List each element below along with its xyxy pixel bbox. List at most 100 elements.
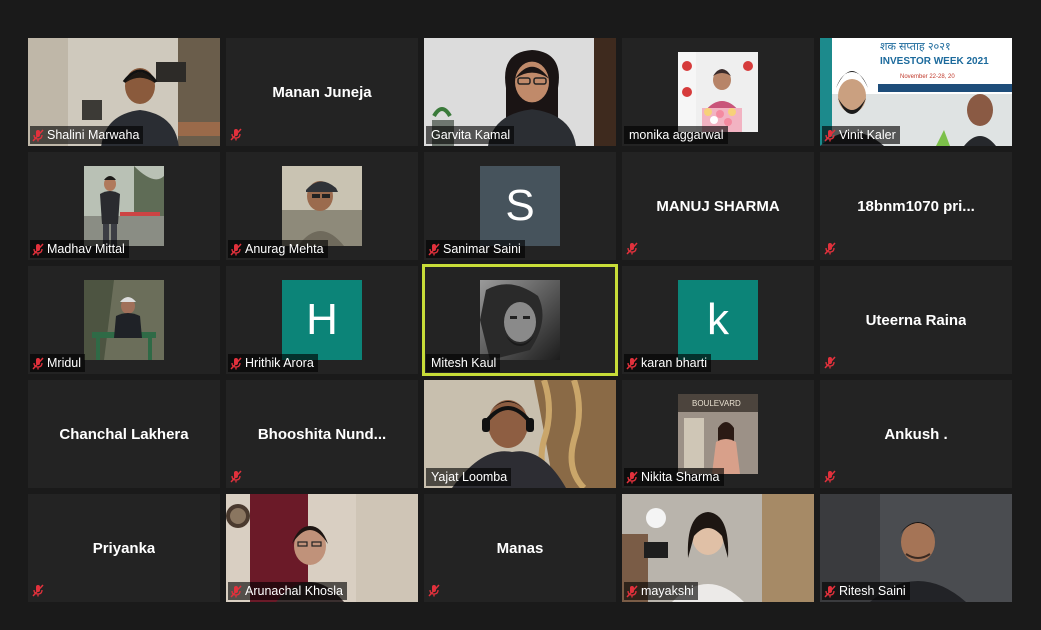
participant-tile-garvita-kamal[interactable]: Garvita Kamal [424, 38, 616, 146]
participant-tile-priyanka[interactable]: Priyanka [28, 494, 220, 602]
profile-picture [84, 166, 164, 246]
participant-tile-mitesh-kaul[interactable]: Mitesh Kaul [422, 264, 618, 376]
participant-tile-karan-bharti[interactable]: k karan bharti [622, 266, 814, 374]
muted-mic-icon [230, 584, 242, 598]
participant-tile-shalini-marwaha[interactable]: Shalini Marwaha [28, 38, 220, 146]
participant-name-display: Ankush . [828, 380, 1004, 488]
participant-tile-mridul[interactable]: Mridul [28, 266, 220, 374]
participant-name-label: karan bharti [624, 354, 712, 372]
profile-picture [282, 166, 362, 246]
participant-name-display: MANUJ SHARMA [630, 152, 806, 260]
participant-display-name: 18bnm1070 pri... [857, 197, 975, 215]
muted-mic-icon [428, 584, 442, 598]
participant-name-label: Madhav Mittal [30, 240, 129, 258]
participant-display-name: Bhooshita Nund... [257, 425, 387, 443]
participant-tile-mayakshi[interactable]: mayakshi [622, 494, 814, 602]
muted-mic-icon [230, 470, 244, 484]
participant-name-label: Mridul [30, 354, 86, 372]
participant-name-display: Bhooshita Nund... [234, 380, 410, 488]
participant-name-label: Yajat Loomba [426, 468, 512, 486]
participant-name: Shalini Marwaha [47, 128, 140, 142]
letter-avatar: H [282, 280, 362, 360]
participant-name-label: Vinit Kaler [822, 126, 900, 144]
participant-name: Vinit Kaler [839, 128, 896, 142]
letter-avatar: k [678, 280, 758, 360]
participant-name-display: 18bnm1070 pri... [828, 152, 1004, 260]
participant-name: Hrithik Arora [245, 356, 314, 370]
participant-name: Nikita Sharma [641, 470, 720, 484]
muted-mic-icon [824, 470, 838, 484]
participant-name-display: Chanchal Lakhera [36, 380, 212, 488]
participant-name: Mridul [47, 356, 82, 370]
muted-mic-icon [32, 356, 44, 370]
muted-mic-icon [824, 356, 838, 370]
participant-name: Madhav Mittal [47, 242, 125, 256]
participant-tile-yajat-loomba[interactable]: Yajat Loomba [424, 380, 616, 488]
muted-mic-icon [428, 242, 440, 256]
svg-text:November 22-28, 20: November 22-28, 20 [900, 74, 955, 80]
participant-tile-chanchal-lakhera[interactable]: Chanchal Lakhera [28, 380, 220, 488]
participant-name-display: Uteerna Raina [828, 266, 1004, 374]
participant-tile-uteerna-raina[interactable]: Uteerna Raina [820, 266, 1012, 374]
participant-name-label: Garvita Kamal [426, 126, 515, 144]
muted-mic-icon [626, 584, 638, 598]
muted-mic-icon [32, 128, 44, 142]
participant-name-label: monika aggarwal [624, 126, 728, 144]
participant-name: karan bharti [641, 356, 708, 370]
participant-display-name: Uteerna Raina [865, 311, 967, 329]
participant-name-label: Ritesh Saini [822, 582, 910, 600]
participant-name: Sanimar Saini [443, 242, 521, 256]
participant-name-label: Hrithik Arora [228, 354, 318, 372]
participant-name-display: Manas [432, 494, 608, 602]
participant-name-label: Nikita Sharma [624, 468, 724, 486]
participant-tile-bhooshita-nund[interactable]: Bhooshita Nund... [226, 380, 418, 488]
muted-mic-icon [230, 242, 242, 256]
participant-name: Mitesh Kaul [431, 356, 497, 370]
participant-name: Yajat Loomba [431, 470, 508, 484]
participant-name: monika aggarwal [629, 128, 724, 142]
participant-name-label: Shalini Marwaha [30, 126, 144, 144]
participant-name: mayakshi [641, 584, 694, 598]
participant-tile-ankush[interactable]: Ankush . [820, 380, 1012, 488]
participant-tile-madhav-mittal[interactable]: Madhav Mittal [28, 152, 220, 260]
participant-display-name: Manan Juneja [272, 83, 372, 101]
participant-name: Anurag Mehta [245, 242, 324, 256]
participant-tile-arunachal-khosla[interactable]: Arunachal Khosla [226, 494, 418, 602]
participant-grid: Shalini Marwaha Manan Juneja Garvita Kama… [28, 38, 1012, 602]
letter-avatar: S [480, 166, 560, 246]
participant-display-name: MANUJ SHARMA [656, 197, 780, 215]
profile-picture [678, 52, 758, 132]
muted-mic-icon [32, 242, 44, 256]
participant-name-display: Manan Juneja [234, 38, 410, 146]
participant-tile-manas[interactable]: Manas [424, 494, 616, 602]
participant-display-name: Priyanka [92, 539, 156, 557]
participant-name: Garvita Kamal [431, 128, 511, 142]
participant-tile-monika-aggarwal[interactable]: monika aggarwal [622, 38, 814, 146]
muted-mic-icon [230, 356, 242, 370]
muted-mic-icon [824, 128, 836, 142]
participant-name-label: Sanimar Saini [426, 240, 525, 258]
svg-text:INVESTOR WEEK 2021: INVESTOR WEEK 2021 [880, 56, 989, 67]
muted-mic-icon [824, 242, 838, 256]
participant-tile-manan-juneja[interactable]: Manan Juneja [226, 38, 418, 146]
svg-text:BOULEVARD: BOULEVARD [692, 399, 741, 408]
profile-picture: BOULEVARD [678, 394, 758, 474]
participant-name-label: mayakshi [624, 582, 698, 600]
participant-tile-ritesh-saini[interactable]: Ritesh Saini [820, 494, 1012, 602]
participant-tile-nikita-sharma[interactable]: BOULEVARD Nikita Sharma [622, 380, 814, 488]
participant-tile-18bnm1070-pri[interactable]: 18bnm1070 pri... [820, 152, 1012, 260]
participant-name: Ritesh Saini [839, 584, 906, 598]
participant-tile-manuj-sharma[interactable]: MANUJ SHARMA [622, 152, 814, 260]
participant-tile-vinit-kaler[interactable]: शक सप्ताह २०२१ INVESTOR WEEK 2021 Novemb… [820, 38, 1012, 146]
participant-name-label: Anurag Mehta [228, 240, 328, 258]
svg-text:शक सप्ताह २०२१: शक सप्ताह २०२१ [880, 41, 951, 53]
participant-name: Arunachal Khosla [245, 584, 343, 598]
participant-tile-hrithik-arora[interactable]: H Hrithik Arora [226, 266, 418, 374]
muted-mic-icon [626, 356, 638, 370]
profile-picture [480, 280, 560, 360]
participant-display-name: Manas [496, 539, 544, 557]
participant-tile-anurag-mehta[interactable]: Anurag Mehta [226, 152, 418, 260]
muted-mic-icon [230, 128, 244, 142]
participant-display-name: Chanchal Lakhera [59, 425, 189, 443]
participant-tile-sanimar-saini[interactable]: S Sanimar Saini [424, 152, 616, 260]
